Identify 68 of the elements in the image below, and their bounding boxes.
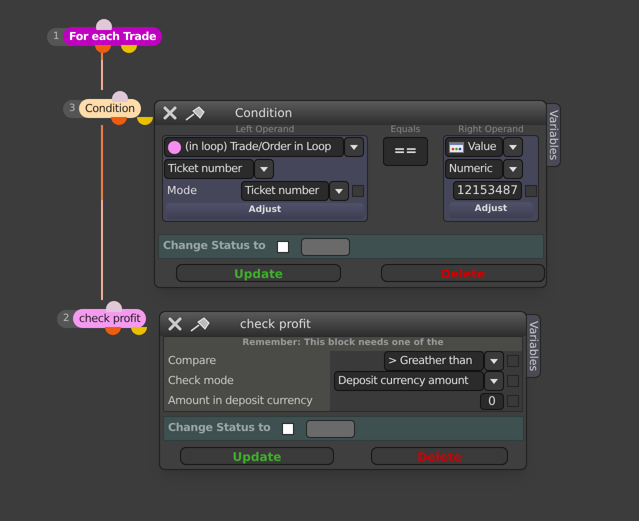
dropdown-arrow-button[interactable] (484, 371, 504, 391)
output-port-icon[interactable] (131, 325, 147, 335)
dropdown[interactable]: (in loop) Trade/Order in Loop (164, 137, 344, 157)
checkbox[interactable] (525, 184, 537, 196)
field-label: Check mode (164, 371, 330, 391)
variables-tab[interactable]: Variables (546, 103, 561, 167)
checkbox[interactable] (277, 240, 290, 252)
value-field[interactable]: 12153487 (452, 181, 522, 200)
close-icon[interactable] (163, 106, 177, 120)
pushpin-icon[interactable] (185, 105, 207, 121)
output-port-icon[interactable] (111, 115, 127, 125)
dropdown[interactable]: Value (444, 137, 503, 157)
window-title: check profit (240, 316, 311, 333)
input-port-icon[interactable] (95, 18, 113, 30)
dropdown[interactable]: Ticket number (164, 159, 254, 179)
status-label: Change Status to (163, 238, 266, 254)
update-button[interactable]: Update (176, 264, 341, 282)
caret-icon (260, 166, 268, 172)
caret-icon (508, 144, 517, 150)
adjust-button[interactable]: Adjust (448, 202, 533, 218)
dropdown-arrow-button[interactable] (484, 351, 504, 371)
dropdown[interactable]: Ticket number (241, 181, 329, 201)
dropdown-arrow-button[interactable] (502, 137, 523, 157)
caret-icon (490, 378, 498, 384)
checkbox[interactable] (352, 185, 364, 197)
pushpin-icon[interactable] (190, 316, 212, 332)
checkbox[interactable] (507, 375, 519, 387)
input-port-icon[interactable] (105, 300, 123, 312)
dropdown[interactable]: > Greather than (384, 351, 484, 371)
update-button[interactable]: Update (180, 447, 334, 465)
status-label: Change Status to (168, 420, 270, 436)
dropdown[interactable]: Deposit currency amount (334, 371, 484, 391)
equals-label: Equals (390, 125, 420, 135)
output-port-icon[interactable] (137, 115, 153, 125)
node-label[interactable]: check profit (73, 309, 146, 328)
connector-line (101, 52, 103, 90)
dropdown[interactable]: Numeric (444, 159, 503, 179)
dropdown-arrow-button[interactable] (502, 159, 523, 179)
field-label: Compare (164, 351, 330, 371)
notice-text: Remember: This block needs one of the (242, 337, 444, 350)
variables-tab[interactable]: Variables (526, 314, 541, 378)
output-port-icon[interactable] (121, 43, 137, 53)
value-icon (448, 142, 464, 152)
caret-icon (335, 188, 343, 194)
dropdown-arrow-button[interactable] (329, 181, 349, 201)
operand-label: Right Operand (457, 125, 525, 135)
number-field[interactable]: 0 (480, 392, 504, 410)
mode-label: Mode (166, 182, 198, 199)
output-port-icon[interactable] (105, 325, 121, 335)
caret-icon (350, 144, 358, 150)
dropdown-arrow-button[interactable] (254, 159, 274, 179)
caret-icon (490, 358, 498, 364)
status-field[interactable] (306, 420, 356, 438)
checkbox[interactable] (507, 355, 519, 367)
dropdown-arrow-button[interactable] (344, 137, 364, 157)
close-icon[interactable] (168, 317, 182, 331)
status-field[interactable] (301, 238, 350, 256)
adjust-button[interactable]: Adjust (166, 203, 364, 219)
operand-label: Left Operand (234, 125, 296, 135)
input-port-icon[interactable] (111, 90, 129, 102)
node-label[interactable]: For each Trade (63, 27, 162, 46)
checkbox[interactable] (507, 395, 519, 407)
operator-field[interactable]: == (382, 137, 428, 166)
window-title: Condition (235, 105, 292, 122)
caret-icon (508, 166, 517, 172)
field-label: Amount in deposit currency (164, 391, 330, 411)
checkbox[interactable] (282, 422, 294, 434)
node-label[interactable]: Condition (79, 99, 141, 118)
